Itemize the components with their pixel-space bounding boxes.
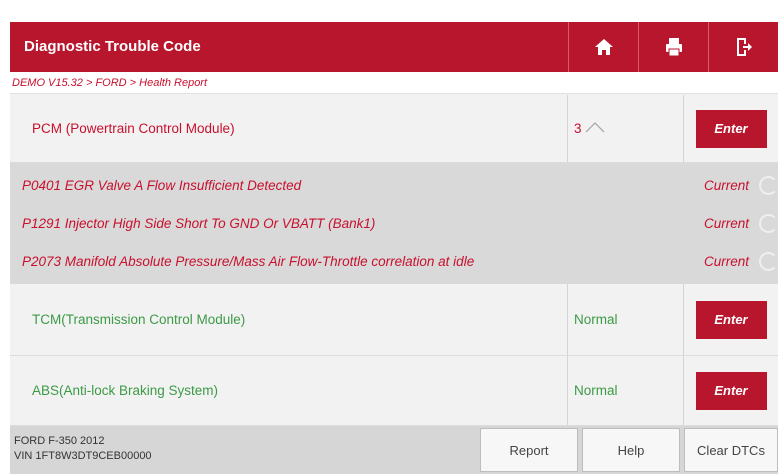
module-status: Normal xyxy=(567,356,683,425)
dtc-item[interactable]: P1291 Injector High Side Short To GND Or… xyxy=(10,209,778,239)
dtc-state: Current xyxy=(704,254,750,269)
breadcrumb: DEMO V15.32 > FORD > Health Report xyxy=(10,72,778,94)
header-bar: Diagnostic Trouble Code xyxy=(10,22,778,72)
page-title: Diagnostic Trouble Code xyxy=(24,38,201,55)
print-button[interactable] xyxy=(638,22,708,72)
enter-cell: Enter xyxy=(683,356,778,425)
status-circle-icon xyxy=(759,252,778,271)
dtc-description: P1291 Injector High Side Short To GND Or… xyxy=(22,216,376,231)
status-circle-icon xyxy=(759,176,778,195)
dtc-description: P0401 EGR Valve A Flow Insufficient Dete… xyxy=(22,178,302,193)
module-row-tcm[interactable]: TCM(Transmission Control Module) Normal … xyxy=(10,284,778,356)
home-button[interactable] xyxy=(568,22,638,72)
print-icon xyxy=(665,37,683,57)
dtc-item[interactable]: P0401 EGR Valve A Flow Insufficient Dete… xyxy=(10,171,778,201)
exit-icon xyxy=(735,37,753,57)
fault-count: 3 xyxy=(574,121,582,136)
dtc-state: Current xyxy=(704,178,750,193)
report-button[interactable]: Report xyxy=(480,428,578,472)
vehicle-vin: VIN 1FT8W3DT9CEB00000 xyxy=(14,450,152,462)
vehicle-info: FORD F-350 2012 VIN 1FT8W3DT9CEB00000 xyxy=(14,434,152,464)
module-name: PCM (Powertrain Control Module) xyxy=(32,121,235,136)
enter-button-tcm[interactable]: Enter xyxy=(695,300,767,339)
dtc-description: P2073 Manifold Absolute Pressure/Mass Ai… xyxy=(22,254,475,269)
chevron-up-icon[interactable] xyxy=(585,121,605,136)
vehicle-model: FORD F-350 2012 xyxy=(14,435,105,447)
footer-bar: FORD F-350 2012 VIN 1FT8W3DT9CEB00000 Re… xyxy=(10,426,778,474)
home-icon xyxy=(594,38,614,56)
status-circle-icon xyxy=(759,214,778,233)
module-row-abs[interactable]: ABS(Anti-lock Braking System) Normal Ent… xyxy=(10,356,778,426)
exit-button[interactable] xyxy=(708,22,778,72)
enter-cell: Enter xyxy=(683,284,778,355)
module-name: ABS(Anti-lock Braking System) xyxy=(32,383,219,398)
module-status: Normal xyxy=(567,284,683,355)
module-row-pcm[interactable]: PCM (Powertrain Control Module) 3 Enter xyxy=(10,95,778,163)
dtc-item[interactable]: P2073 Manifold Absolute Pressure/Mass Ai… xyxy=(10,247,778,277)
app-window: Diagnostic Trouble Code DEMO V15.32 > FO… xyxy=(10,22,778,474)
help-button[interactable]: Help xyxy=(582,428,680,472)
module-status[interactable]: 3 xyxy=(567,95,683,162)
enter-button-abs[interactable]: Enter xyxy=(695,371,767,410)
dtc-list: P0401 EGR Valve A Flow Insufficient Dete… xyxy=(10,163,778,284)
dtc-state: Current xyxy=(704,216,750,231)
module-name: TCM(Transmission Control Module) xyxy=(32,312,246,327)
enter-cell: Enter xyxy=(683,95,778,162)
enter-button-pcm[interactable]: Enter xyxy=(695,109,767,148)
clear-dtcs-button[interactable]: Clear DTCs xyxy=(684,428,778,472)
